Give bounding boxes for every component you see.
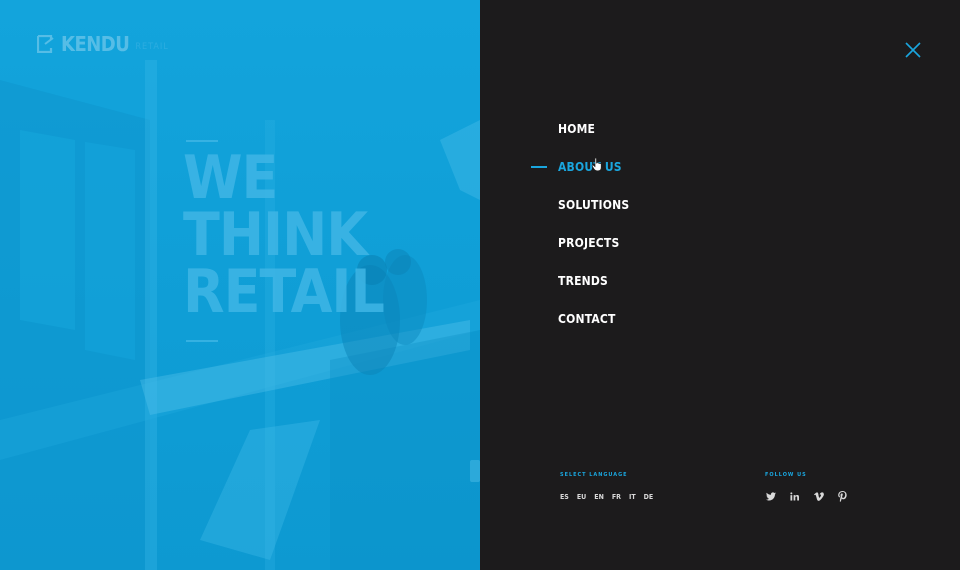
nav-item-projects[interactable]: PROJECTS [558, 224, 629, 262]
hero-tagline: WE THINK RETAIL [183, 143, 385, 327]
lang-option-it[interactable]: IT [629, 493, 636, 501]
nav-item-label: ABOUT US [558, 160, 622, 174]
tagline-line: RETAIL [183, 257, 385, 327]
tagline-bottom-rule [186, 340, 218, 342]
active-indicator [531, 166, 547, 168]
nav-item-contact[interactable]: CONTACT [558, 300, 629, 338]
nav-item-label: SOLUTIONS [558, 198, 630, 212]
close-icon[interactable] [903, 40, 923, 60]
nav-item-solutions[interactable]: SOLUTIONS [558, 186, 629, 224]
pinterest-icon[interactable] [837, 491, 848, 502]
tagline-top-rule [186, 140, 218, 142]
brand-logo[interactable]: KENDU RETAIL [37, 32, 169, 56]
lang-option-fr[interactable]: FR [612, 493, 621, 501]
nav-item-label: HOME [558, 122, 596, 136]
language-selector: ES EU EN FR IT DE [560, 493, 661, 501]
social-links [765, 491, 848, 502]
nav-item-home[interactable]: HOME [558, 110, 629, 148]
vimeo-icon[interactable] [813, 491, 824, 502]
kendu-logo-icon [37, 35, 54, 53]
tagline-line: THINK [183, 200, 368, 270]
select-language-label: SELECT LANGUAGE [560, 472, 628, 478]
nav-item-label: CONTACT [558, 312, 616, 326]
nav-item-label: PROJECTS [558, 236, 620, 250]
brand-name: KENDU [61, 32, 130, 56]
menu-panel [480, 0, 960, 570]
brand-sub: RETAIL [135, 42, 169, 52]
follow-us-label: FOLLOW US [765, 472, 807, 478]
lang-option-de[interactable]: DE [644, 493, 654, 501]
tagline-line: WE [183, 143, 278, 213]
hero-panel: KENDU RETAIL WE THINK RETAIL [0, 0, 480, 570]
lang-option-es[interactable]: ES [560, 493, 569, 501]
nav-item-label: TRENDS [558, 274, 609, 288]
linkedin-icon[interactable] [789, 491, 800, 502]
hand-pointer-icon [591, 157, 602, 172]
lang-option-eu[interactable]: EU [577, 493, 586, 501]
nav-item-trends[interactable]: TRENDS [558, 262, 629, 300]
main-navigation: HOME ABOUT US SOLUTIONS PROJECTS TRENDS … [531, 110, 629, 338]
lang-option-en[interactable]: EN [594, 493, 604, 501]
twitter-icon[interactable] [765, 491, 776, 502]
